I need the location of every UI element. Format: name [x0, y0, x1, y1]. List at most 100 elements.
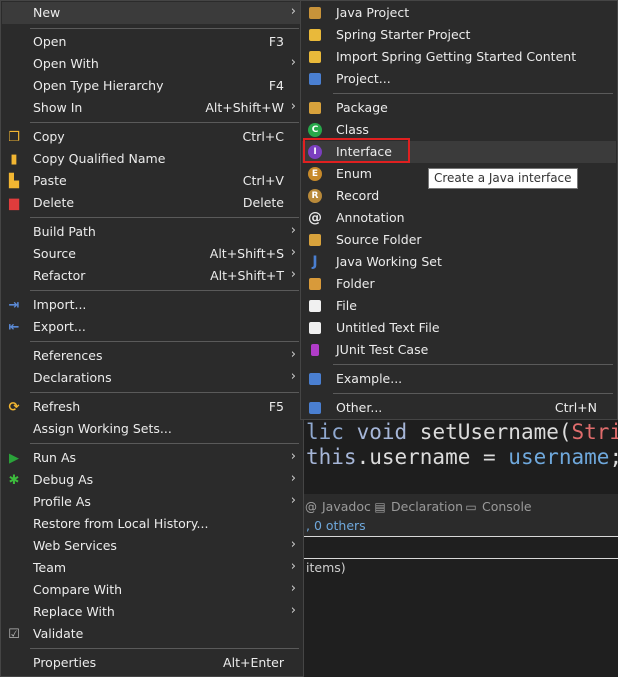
menu-item-label: Class [336, 122, 369, 137]
menu-item-team[interactable]: Team › [2, 557, 302, 579]
menu-item-label: Enum [336, 166, 372, 181]
menu-item-label: Declarations [33, 370, 112, 385]
menu-item-run-as[interactable]: ▶ Run As › [2, 447, 302, 469]
submenu-item-annotation[interactable]: @ Annotation [302, 207, 616, 229]
menu-item-label: Delete [33, 195, 75, 210]
menu-item-label: Project... [336, 71, 391, 86]
enum-icon: E [307, 166, 323, 182]
chevron-right-icon: › [290, 223, 296, 238]
junit-icon [307, 342, 323, 358]
submenu-item-source-folder[interactable]: Source Folder [302, 229, 616, 251]
chevron-right-icon: › [290, 559, 296, 574]
menu-item-paste[interactable]: ▙ Paste Ctrl+V [2, 170, 302, 192]
menu-divider [30, 648, 299, 649]
menu-item-label: Web Services [33, 538, 117, 553]
menu-item-validate[interactable]: ☑ Validate [2, 623, 302, 645]
menu-item-open-type-hierarchy[interactable]: Open Type Hierarchy F4 [2, 75, 302, 97]
submenu-item-java-working-set[interactable]: J Java Working Set [302, 251, 616, 273]
chevron-right-icon: › [290, 493, 296, 508]
menu-item-replace-with[interactable]: Replace With › [2, 601, 302, 623]
import-icon: ⇥ [8, 297, 20, 313]
console-icon: ▭ [465, 499, 477, 514]
menu-item-properties[interactable]: Properties Alt+Enter [2, 652, 302, 674]
menu-item-copy[interactable]: ❐ Copy Ctrl+C [2, 126, 302, 148]
menu-item-label: References [33, 348, 103, 363]
menu-item-label: Spring Starter Project [336, 27, 471, 42]
menu-item-web-services[interactable]: Web Services › [2, 535, 302, 557]
menu-item-assign-working-sets[interactable]: Assign Working Sets... [2, 418, 302, 440]
tooltip: Create a Java interface [428, 168, 578, 189]
submenu-item-example[interactable]: Example... [302, 368, 616, 390]
submenu-item-junit-test-case[interactable]: JUnit Test Case [302, 339, 616, 361]
tab-label: Console [482, 499, 532, 514]
menu-item-declarations[interactable]: Declarations › [2, 367, 302, 389]
menu-item-label: Debug As [33, 472, 94, 487]
submenu-item-untitled-text-file[interactable]: Untitled Text File [302, 317, 616, 339]
menu-item-label: Example... [336, 371, 403, 386]
tab-javadoc[interactable]: @ Javadoc [304, 499, 371, 514]
menu-item-show-in[interactable]: Show In Alt+Shift+W › [2, 97, 302, 119]
folder-icon [307, 276, 323, 292]
menu-item-references[interactable]: References › [2, 345, 302, 367]
java-editor[interactable]: lic void setUsername(String this.usernam… [300, 414, 618, 494]
submenu-item-spring-starter-project[interactable]: Spring Starter Project [302, 24, 616, 46]
submenu-item-package[interactable]: Package [302, 97, 616, 119]
menu-item-refresh[interactable]: ⟳ Refresh F5 [2, 396, 302, 418]
code-token: this [306, 445, 357, 469]
code-token: .username = [356, 445, 509, 469]
submenu-item-folder[interactable]: Folder [302, 273, 616, 295]
tab-label: Declaration [391, 499, 464, 514]
submenu-item-project[interactable]: Project... [302, 68, 616, 90]
menu-item-refactor[interactable]: Refactor Alt+Shift+T › [2, 265, 302, 287]
tab-console[interactable]: ▭ Console [464, 499, 532, 514]
menu-item-label: Run As [33, 450, 77, 465]
menu-item-label: Source Folder [336, 232, 422, 247]
submenu-item-import-spring-content[interactable]: Import Spring Getting Started Content [302, 46, 616, 68]
menu-item-label: Assign Working Sets... [33, 421, 172, 436]
menu-item-restore-local-history[interactable]: Restore from Local History... [2, 513, 302, 535]
menu-item-label: JUnit Test Case [336, 342, 429, 357]
tab-declaration[interactable]: ▤ Declaration [373, 499, 463, 514]
menu-item-label: Properties [33, 655, 97, 670]
chevron-right-icon: › [290, 245, 296, 260]
menu-item-export[interactable]: ⇤ Export... [2, 316, 302, 338]
menu-item-compare-with[interactable]: Compare With › [2, 579, 302, 601]
menu-item-source[interactable]: Source Alt+Shift+S › [2, 243, 302, 265]
package-icon [307, 100, 323, 116]
menu-item-profile-as[interactable]: Profile As › [2, 491, 302, 513]
menu-item-label: Open [33, 34, 67, 49]
new-project-icon [307, 71, 323, 87]
menu-item-build-path[interactable]: Build Path › [2, 221, 302, 243]
submenu-item-file[interactable]: File [302, 295, 616, 317]
menu-item-delete[interactable]: ▆ Delete Delete [2, 192, 302, 214]
java-project-icon [307, 5, 323, 21]
java-working-set-icon: J [312, 254, 318, 270]
menu-item-label: Import... [33, 297, 87, 312]
copy-qualified-name-icon: ▮ [10, 151, 18, 167]
menu-item-label: Package [336, 100, 388, 115]
chevron-right-icon: › [290, 267, 296, 282]
checkbox-checked-icon: ☑ [8, 626, 20, 642]
menu-item-debug-as[interactable]: ✱ Debug As › [2, 469, 302, 491]
menu-item-open[interactable]: Open F3 [2, 31, 302, 53]
menu-divider [30, 392, 299, 393]
menu-divider [30, 217, 299, 218]
chevron-right-icon: › [290, 347, 296, 362]
menu-item-open-with[interactable]: Open With › [2, 53, 302, 75]
menu-item-new[interactable]: New › [2, 2, 302, 24]
submenu-item-other[interactable]: Other... Ctrl+N [302, 397, 616, 419]
menu-divider [333, 364, 613, 365]
context-menu: New › Open F3 Open With › Open Type Hier… [0, 0, 304, 677]
submenu-item-java-project[interactable]: Java Project [302, 2, 616, 24]
chevron-right-icon: › [290, 581, 296, 596]
at-icon: @ [305, 499, 317, 514]
menu-item-copy-qualified-name[interactable]: ▮ Copy Qualified Name [2, 148, 302, 170]
code-token: String [571, 420, 618, 444]
menu-item-shortcut: Alt+Shift+W [205, 100, 284, 115]
problems-summary: , 0 others [306, 518, 366, 533]
menu-item-label: File [336, 298, 357, 313]
menu-item-import[interactable]: ⇥ Import... [2, 294, 302, 316]
code-token: lic [306, 420, 357, 444]
menu-item-label: Refresh [33, 399, 81, 414]
code-token: setUsername( [419, 420, 572, 444]
